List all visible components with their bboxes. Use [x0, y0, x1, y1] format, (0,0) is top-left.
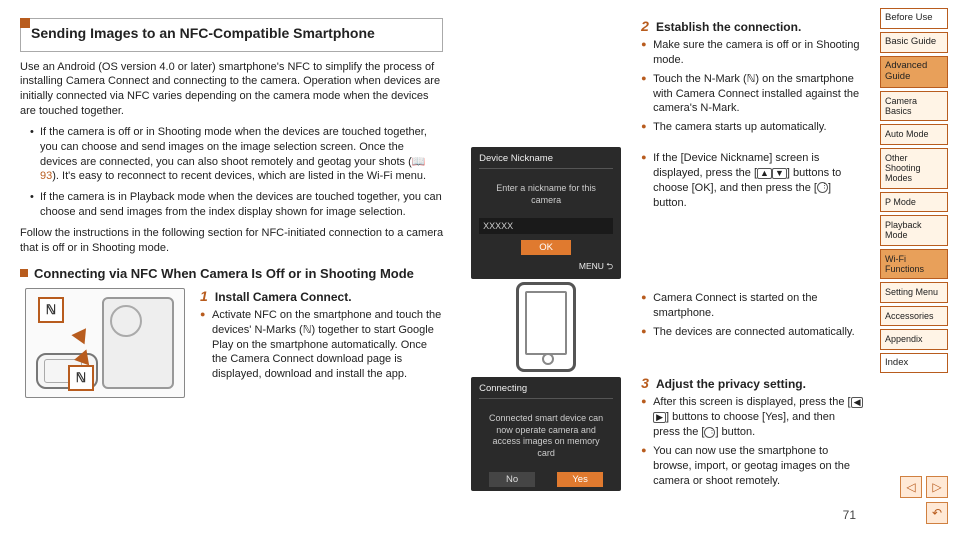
step-3-heading: 3 Adjust the privacy setting. — [641, 375, 864, 391]
nav-playback-mode[interactable]: Playback Mode — [880, 215, 948, 246]
nav-basic-guide[interactable]: Basic Guide — [880, 32, 948, 53]
step-number: 1 — [200, 288, 208, 304]
section-title: Sending Images to an NFC-Compatible Smar… — [31, 25, 432, 43]
smartphone-outline-icon — [516, 282, 576, 372]
intro-paragraph: Use an Android (OS version 4.0 or later)… — [20, 60, 443, 119]
left-column: Sending Images to an NFC-Compatible Smar… — [20, 18, 443, 524]
yes-button: Yes — [557, 472, 603, 487]
step-title: Adjust the privacy setting. — [656, 377, 806, 391]
step-1-list: Activate NFC on the smartphone and touch… — [200, 308, 443, 382]
list-item: The devices are connected automatically. — [641, 325, 864, 340]
down-button-icon: ▼ — [772, 168, 787, 179]
func-set-button-icon — [704, 427, 715, 438]
return-button[interactable]: ↶ — [926, 502, 948, 524]
step-title: Establish the connection. — [656, 20, 801, 34]
camera-icon — [102, 297, 174, 389]
nav-accessories[interactable]: Accessories — [880, 306, 948, 326]
list-item: The camera starts up automatically. — [641, 120, 864, 135]
nav-other-shooting-modes[interactable]: Other Shooting Modes — [880, 148, 948, 189]
nav-wifi-functions[interactable]: Wi-Fi Functions — [880, 249, 948, 280]
step-1-body: 1 Install Camera Connect. Activate NFC o… — [200, 288, 443, 398]
nav-camera-basics[interactable]: Camera Basics — [880, 91, 948, 122]
list-item: Touch the N-Mark (ℕ) on the smartphone w… — [641, 72, 864, 117]
connecting-screen: Connecting Connected smart device can no… — [471, 377, 621, 491]
nav-p-mode[interactable]: P Mode — [880, 192, 948, 212]
nav-before-use[interactable]: Before Use — [880, 8, 948, 29]
step-2-body-b: If the [Device Nickname] screen is displ… — [641, 147, 864, 279]
device-nickname-screen-container: Device Nickname Enter a nickname for thi… — [461, 147, 631, 279]
step-title: Install Camera Connect. — [215, 290, 352, 304]
intro-bullets: If the camera is off or in Shooting mode… — [20, 125, 443, 220]
next-page-button[interactable]: ▷ — [926, 476, 948, 498]
no-button: No — [489, 472, 535, 487]
step-number: 3 — [641, 375, 649, 391]
step-2-list-a: Make sure the camera is off or in Shooti… — [641, 38, 864, 135]
list-item: If the [Device Nickname] screen is displ… — [641, 151, 864, 210]
step-number: 2 — [641, 18, 649, 34]
menu-indicator: MENU ⮌ — [479, 259, 613, 275]
nav-appendix[interactable]: Appendix — [880, 329, 948, 349]
device-nickname-screen: Device Nickname Enter a nickname for thi… — [471, 147, 621, 279]
arrow-icon — [71, 324, 92, 345]
nav-setting-menu[interactable]: Setting Menu — [880, 282, 948, 302]
ok-button: OK — [521, 240, 571, 255]
nfc-illustration-container: ℕ ℕ — [20, 288, 190, 398]
page-nav-controls: ◁ ▷ ↶ — [880, 466, 948, 524]
list-item: You can now use the smartphone to browse… — [641, 444, 864, 489]
list-item: Make sure the camera is off or in Shooti… — [641, 38, 864, 68]
step-2-row-c: Camera Connect is started on the smartph… — [461, 287, 864, 367]
prev-page-button[interactable]: ◁ — [900, 476, 922, 498]
content-area: Sending Images to an NFC-Compatible Smar… — [0, 0, 874, 534]
screen-title: Connecting — [479, 383, 613, 399]
page: Sending Images to an NFC-Compatible Smar… — [0, 0, 954, 534]
list-item: Camera Connect is started on the smartph… — [641, 291, 864, 321]
nav-advanced-guide[interactable]: Advanced Guide — [880, 56, 948, 88]
page-number: 71 — [843, 508, 856, 522]
step-2-row-a: 2 Establish the connection. Make sure th… — [461, 18, 864, 139]
left-button-icon: ◀ — [851, 397, 864, 408]
right-button-icon: ▶ — [653, 412, 666, 423]
nav-index[interactable]: Index — [880, 353, 948, 374]
step-1-heading: 1 Install Camera Connect. — [200, 288, 443, 304]
step-2-body-a: 2 Establish the connection. Make sure th… — [641, 18, 864, 139]
subheading-row: Connecting via NFC When Camera Is Off or… — [20, 266, 443, 282]
right-column: 2 Establish the connection. Make sure th… — [461, 18, 864, 524]
subheading: Connecting via NFC When Camera Is Off or… — [34, 266, 414, 282]
sidebar-nav: Before Use Basic Guide Advanced Guide Ca… — [874, 0, 954, 534]
step-2-row-b: Device Nickname Enter a nickname for thi… — [461, 147, 864, 279]
step-2-body-c: Camera Connect is started on the smartph… — [641, 287, 864, 367]
screen-hint: Connected smart device can now operate c… — [479, 405, 613, 468]
nfc-illustration: ℕ ℕ — [25, 288, 185, 398]
intro-bullet-2: If the camera is in Playback mode when t… — [30, 190, 443, 220]
intro-bullet-1: If the camera is off or in Shooting mode… — [30, 125, 443, 184]
up-button-icon: ▲ — [757, 168, 772, 179]
nickname-value: XXXXX — [479, 218, 613, 234]
n-mark-icon: ℕ — [68, 365, 94, 391]
connecting-screen-container: Connecting Connected smart device can no… — [461, 375, 631, 492]
smartphone-outline-container — [461, 287, 631, 367]
screen-hint: Enter a nickname for this camera — [479, 175, 613, 214]
step-2-heading: 2 Establish the connection. — [641, 18, 864, 34]
step-3-body: 3 Adjust the privacy setting. After this… — [641, 375, 864, 492]
nav-auto-mode[interactable]: Auto Mode — [880, 124, 948, 144]
intro-followup: Follow the instructions in the following… — [20, 226, 443, 256]
step-1-item: Activate NFC on the smartphone and touch… — [200, 308, 443, 382]
section-title-box: Sending Images to an NFC-Compatible Smar… — [20, 18, 443, 52]
screen-title: Device Nickname — [479, 153, 613, 169]
step-1-row: ℕ ℕ 1 Install Camera Connect. Activate N… — [20, 288, 443, 398]
func-set-button-icon — [817, 182, 828, 193]
n-mark-icon: ℕ — [38, 297, 64, 323]
step-3-row: Connecting Connected smart device can no… — [461, 375, 864, 492]
list-item: After this screen is displayed, press th… — [641, 395, 864, 440]
subheading-bullet-icon — [20, 269, 28, 277]
